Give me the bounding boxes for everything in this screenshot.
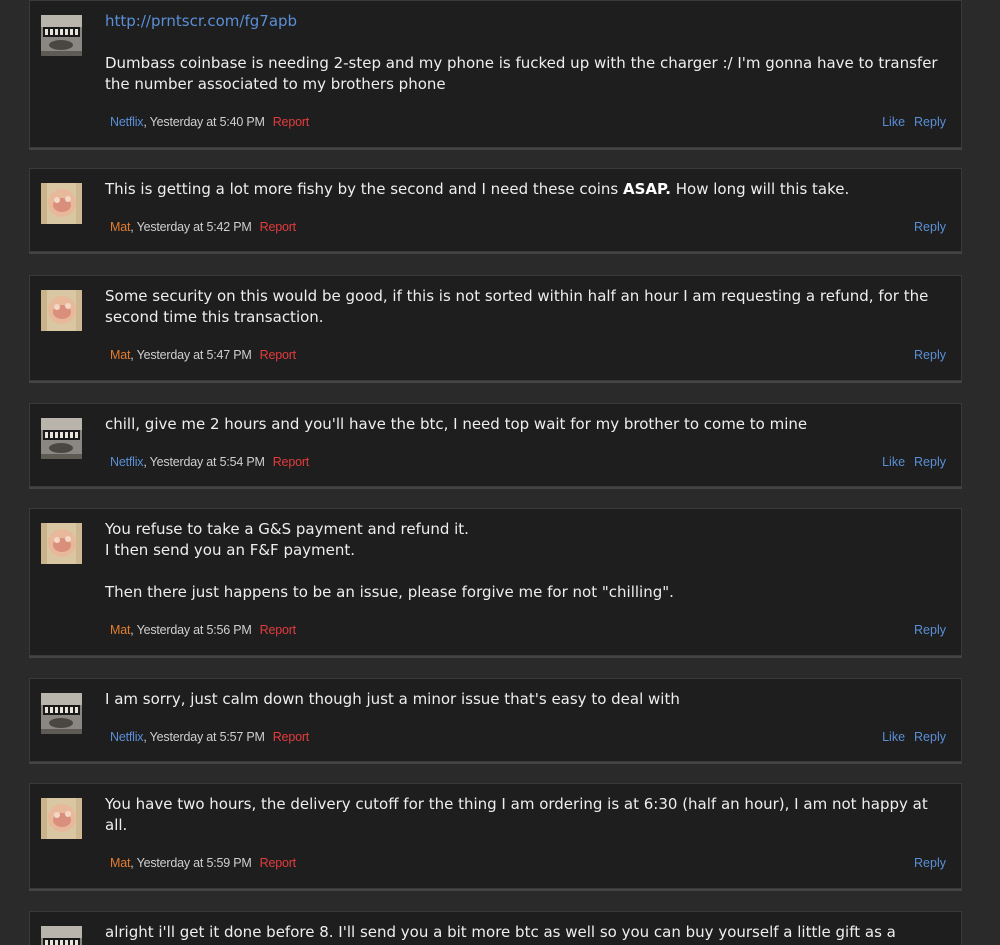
author-username[interactable]: Mat xyxy=(110,623,130,637)
netflix-avatar[interactable] xyxy=(41,926,82,945)
message-body: http://prntscr.com/fg7apb Dumbass coinbas… xyxy=(105,11,947,95)
message-text-line: all. xyxy=(105,816,128,834)
message-thread: http://prntscr.com/fg7apb Dumbass coinbas… xyxy=(0,0,1000,945)
author-username[interactable]: Netflix xyxy=(110,455,144,469)
report-link[interactable]: Report xyxy=(273,115,310,129)
message-body: You refuse to take a G&S payment and ref… xyxy=(105,519,947,603)
author-username[interactable]: Netflix xyxy=(110,730,144,744)
author-username[interactable]: Mat xyxy=(110,856,130,870)
message-text-line: the number associated to my brothers pho… xyxy=(105,75,446,93)
message-text-line: This is getting a lot more fishy by the … xyxy=(105,180,850,198)
message-post: Some security on this would be good, if … xyxy=(29,275,962,381)
message-meta: Mat, Yesterday at 5:56 PM Report xyxy=(110,623,296,637)
post-actions: Like Reply xyxy=(882,730,946,744)
post-actions: Reply xyxy=(914,856,946,870)
message-text-line: I then send you an F&F payment. xyxy=(105,541,356,559)
report-link[interactable]: Report xyxy=(260,348,297,362)
message-link[interactable]: http://prntscr.com/fg7apb xyxy=(105,11,947,32)
report-link[interactable]: Report xyxy=(260,856,297,870)
message-meta: Netflix, Yesterday at 5:57 PM Report xyxy=(110,730,309,744)
post-actions: Reply xyxy=(914,623,946,637)
post-timestamp[interactable]: Yesterday at 5:57 PM xyxy=(150,730,265,744)
reply-link[interactable]: Reply xyxy=(914,623,946,637)
message-body: This is getting a lot more fishy by the … xyxy=(105,179,947,200)
netflix-avatar[interactable] xyxy=(41,15,82,56)
message-post: I am sorry, just calm down though just a… xyxy=(29,678,962,762)
netflix-avatar[interactable] xyxy=(41,418,82,459)
message-text-line: You refuse to take a G&S payment and ref… xyxy=(105,520,469,538)
author-username[interactable]: Mat xyxy=(110,348,130,362)
author-username[interactable]: Netflix xyxy=(110,115,144,129)
message-meta: Netflix, Yesterday at 5:54 PM Report xyxy=(110,455,309,469)
message-post: http://prntscr.com/fg7apb Dumbass coinbas… xyxy=(29,0,962,148)
message-text-line: chill, give me 2 hours and you'll have t… xyxy=(105,415,808,433)
post-actions: Reply xyxy=(914,220,946,234)
mat-avatar[interactable] xyxy=(41,798,82,839)
post-timestamp[interactable]: Yesterday at 5:54 PM xyxy=(150,455,265,469)
report-link[interactable]: Report xyxy=(260,623,297,637)
post-actions: Like Reply xyxy=(882,115,946,129)
post-timestamp[interactable]: Yesterday at 5:47 PM xyxy=(137,348,252,362)
post-timestamp[interactable]: Yesterday at 5:42 PM xyxy=(137,220,252,234)
message-post: This is getting a lot more fishy by the … xyxy=(29,168,962,252)
post-timestamp[interactable]: Yesterday at 5:59 PM xyxy=(137,856,252,870)
like-link[interactable]: Like xyxy=(882,455,905,469)
mat-avatar[interactable] xyxy=(41,290,82,331)
message-post: You refuse to take a G&S payment and ref… xyxy=(29,508,962,656)
message-meta: Netflix, Yesterday at 5:40 PM Report xyxy=(110,115,309,129)
reply-link[interactable]: Reply xyxy=(914,348,946,362)
message-body: Some security on this would be good, if … xyxy=(105,286,947,328)
reply-link[interactable]: Reply xyxy=(914,115,946,129)
message-text-line: Dumbass coinbase is needing 2-step and m… xyxy=(105,54,938,72)
message-body: alright i'll get it done before 8. I'll … xyxy=(105,922,947,943)
reply-link[interactable]: Reply xyxy=(914,220,946,234)
reply-link[interactable]: Reply xyxy=(914,455,946,469)
post-actions: Reply xyxy=(914,348,946,362)
message-post: You have two hours, the delivery cutoff … xyxy=(29,783,962,889)
post-actions: Like Reply xyxy=(882,455,946,469)
message-text-line: alright i'll get it done before 8. I'll … xyxy=(105,923,896,941)
message-meta: Mat, Yesterday at 5:59 PM Report xyxy=(110,856,296,870)
message-body: I am sorry, just calm down though just a… xyxy=(105,689,947,710)
message-body: chill, give me 2 hours and you'll have t… xyxy=(105,414,947,435)
message-text-line: You have two hours, the delivery cutoff … xyxy=(105,795,928,813)
message-text-line xyxy=(105,561,947,582)
message-text-line: Some security on this would be good, if … xyxy=(105,287,929,305)
message-text-line: Then there just happens to be an issue, … xyxy=(105,583,674,601)
message-text-line: second time this transaction. xyxy=(105,308,324,326)
post-timestamp[interactable]: Yesterday at 5:56 PM xyxy=(137,623,252,637)
like-link[interactable]: Like xyxy=(882,730,905,744)
message-meta: Mat, Yesterday at 5:47 PM Report xyxy=(110,348,296,362)
message-post: alright i'll get it done before 8. I'll … xyxy=(29,911,962,945)
mat-avatar[interactable] xyxy=(41,183,82,224)
netflix-avatar[interactable] xyxy=(41,693,82,734)
reply-link[interactable]: Reply xyxy=(914,856,946,870)
report-link[interactable]: Report xyxy=(273,455,310,469)
emphasis-text: ASAP. xyxy=(623,180,671,198)
message-meta: Mat, Yesterday at 5:42 PM Report xyxy=(110,220,296,234)
report-link[interactable]: Report xyxy=(273,730,310,744)
author-username[interactable]: Mat xyxy=(110,220,130,234)
message-post: chill, give me 2 hours and you'll have t… xyxy=(29,403,962,487)
reply-link[interactable]: Reply xyxy=(914,730,946,744)
message-body: You have two hours, the delivery cutoff … xyxy=(105,794,947,836)
message-text-line: I am sorry, just calm down though just a… xyxy=(105,690,680,708)
mat-avatar[interactable] xyxy=(41,523,82,564)
post-timestamp[interactable]: Yesterday at 5:40 PM xyxy=(150,115,265,129)
like-link[interactable]: Like xyxy=(882,115,905,129)
report-link[interactable]: Report xyxy=(260,220,297,234)
